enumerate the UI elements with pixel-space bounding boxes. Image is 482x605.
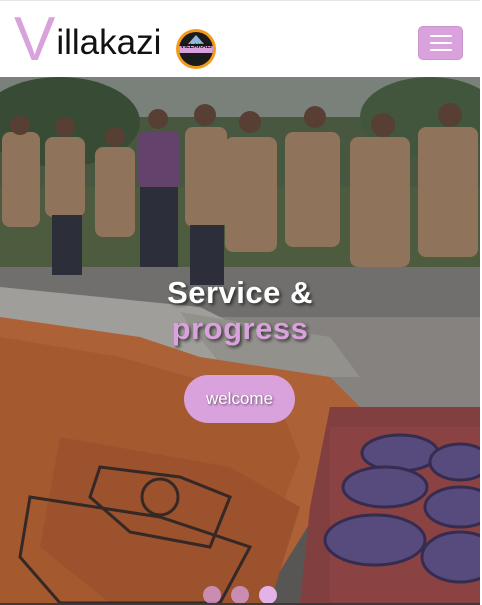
brand-link[interactable]: V illakazi bbox=[14, 5, 161, 71]
navbar-toggler-button[interactable] bbox=[418, 26, 463, 60]
carousel-indicator-2[interactable] bbox=[231, 586, 249, 603]
caption-heading: Service & bbox=[167, 275, 313, 310]
hamburger-menu-icon bbox=[429, 35, 452, 37]
carousel-indicators bbox=[0, 586, 480, 603]
navbar: V illakazi VILLAKAZI bbox=[0, 0, 480, 77]
brand-logo: VILLAKAZI bbox=[176, 29, 216, 69]
brand-name: illakazi bbox=[56, 23, 162, 62]
brand-first-letter: V bbox=[14, 5, 56, 74]
carousel-caption: Service & progress bbox=[0, 275, 480, 347]
caption-subheading: progress bbox=[171, 311, 309, 346]
logo-emblem-icon: VILLAKAZI bbox=[179, 32, 213, 66]
logo-text: VILLAKAZI bbox=[180, 44, 212, 50]
carousel-indicator-3[interactable] bbox=[259, 586, 277, 603]
hamburger-menu-icon bbox=[429, 42, 452, 44]
welcome-button[interactable]: welcome bbox=[184, 375, 295, 423]
hamburger-menu-icon bbox=[429, 49, 452, 51]
carousel-indicator-1[interactable] bbox=[203, 586, 221, 603]
mountain-icon bbox=[188, 35, 204, 44]
page-frame: V illakazi VILLAKAZI Service & progress … bbox=[0, 0, 480, 605]
hero-carousel[interactable]: Service & progress welcome bbox=[0, 77, 480, 603]
